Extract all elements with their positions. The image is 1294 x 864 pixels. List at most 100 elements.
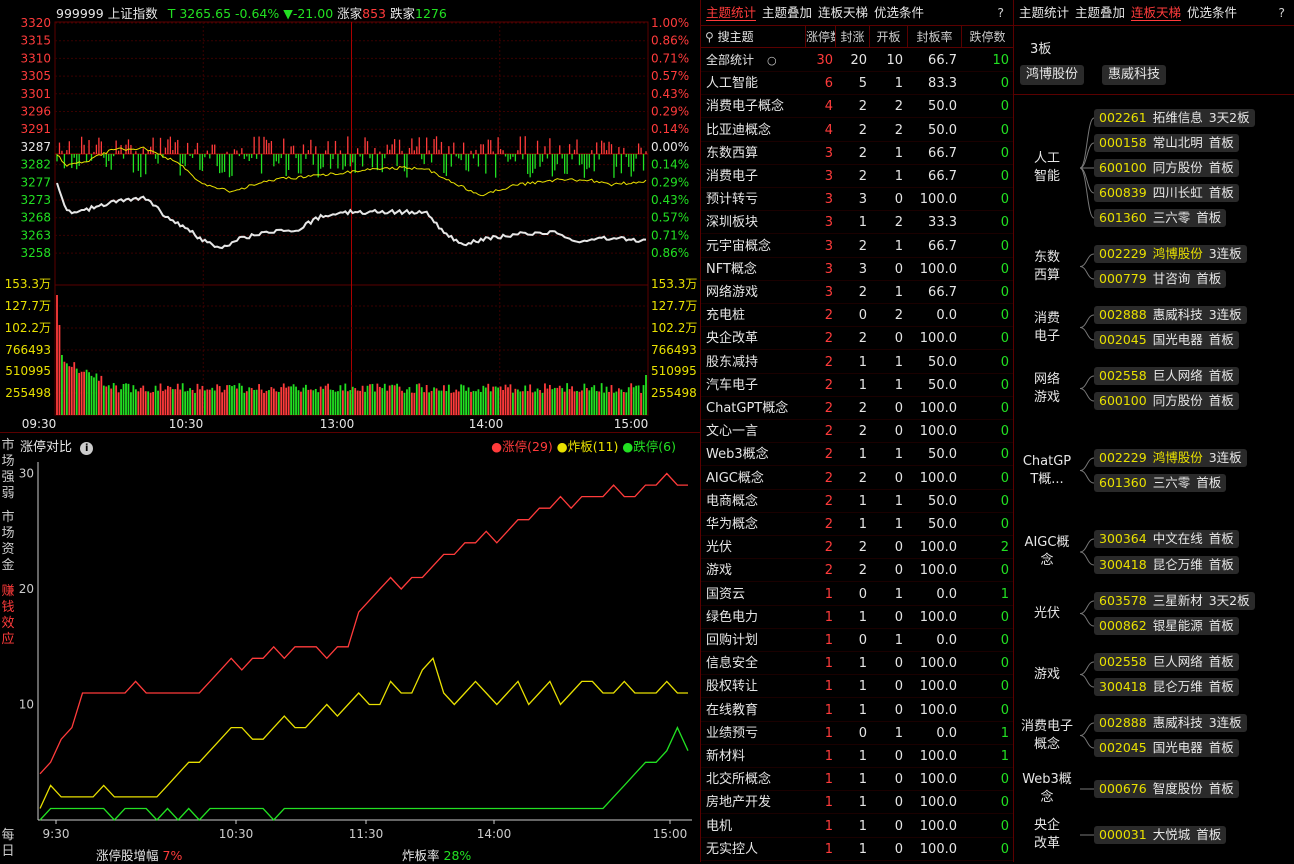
tab-theme-stats[interactable]: 主题统计 (706, 5, 757, 21)
theme-name: NFT概念 (706, 261, 757, 277)
theme-row[interactable]: ChatGPT概念 2 2 0 100.0 0 (701, 397, 1013, 420)
col-dt-count[interactable]: 跌停数 (961, 26, 1013, 48)
search-theme[interactable]: ⚲ 搜主题 (701, 26, 805, 48)
col-sealed[interactable]: 封涨 (835, 26, 869, 48)
theme-row[interactable]: 消费电子 3 2 1 66.7 0 (701, 165, 1013, 188)
theme-row[interactable]: 游戏 2 2 0 100.0 0 (701, 559, 1013, 583)
theme-row[interactable]: 无实控人 1 1 0 100.0 0 (701, 838, 1013, 861)
theme-row[interactable]: 信息安全 1 1 0 100.0 0 (701, 652, 1013, 676)
ladder-stock[interactable]: 600839 四川长虹 首板 (1094, 184, 1239, 202)
theme-row[interactable]: 股权转让 1 1 0 100.0 0 (701, 675, 1013, 699)
seal-rate: 50.0 (928, 99, 957, 115)
ladder-stock[interactable]: 000031 大悦城 首板 (1094, 826, 1227, 844)
seal-rate: 100.0 (919, 841, 957, 857)
dt-count: 0 (1000, 285, 1009, 300)
ladder-stock[interactable]: 002045 国光电器 首板 (1094, 331, 1239, 349)
ladder-stock[interactable]: 002261 拓维信息 3天2板 (1094, 109, 1255, 127)
tab-limit-ladder[interactable]: 连板天梯 (818, 5, 868, 20)
theme-row[interactable]: 文心一言 2 2 0 100.0 0 (701, 420, 1013, 444)
ladder-stock[interactable]: 600100 同方股份 首板 (1094, 159, 1239, 177)
side-tab-market-funds[interactable]: 市场资金 (0, 510, 16, 578)
intraday-chart[interactable]: 3320 1.00% 3315 0.86% 3310 0.71% 3305 0.57% 3301… (0, 0, 700, 432)
dt-count: 0 (1000, 424, 1009, 440)
ladder-stock[interactable]: 002888 惠威科技 3连板 (1094, 306, 1247, 324)
zt-count: 4 (824, 99, 833, 115)
col-zt-count[interactable]: 涨停数↓ (805, 26, 835, 48)
theme-name: 华为概念 (706, 517, 759, 532)
chart-footer: 涨停股增幅 7% 炸板率 28% (96, 845, 696, 864)
ladder-stock[interactable]: 002045 国光电器 首板 (1094, 739, 1239, 757)
theme-row[interactable]: 充电桩 2 0 2 0.0 0 (701, 304, 1013, 328)
seal-rate: 66.7 (928, 238, 957, 254)
side-tab-daily[interactable]: 每日 (0, 828, 16, 862)
ladder-stock[interactable]: 002229 鸿博股份 3连板 (1094, 449, 1247, 467)
theme-row[interactable]: 房地产开发 1 1 0 100.0 0 (701, 791, 1013, 815)
theme-row[interactable]: 网络游戏 3 2 1 66.7 0 (701, 281, 1013, 304)
theme-row[interactable]: 人工智能 6 5 1 83.3 0 (701, 72, 1013, 96)
ladder-stock[interactable]: 002229 鸿博股份 3连板 (1094, 245, 1247, 263)
series-line-2 (39, 726, 689, 821)
theme-row[interactable]: 北交所概念 1 1 0 100.0 0 (701, 768, 1013, 792)
col-opened[interactable]: 开板 (869, 26, 907, 48)
sealed-count: 3 (858, 261, 867, 277)
theme-row[interactable]: 消费电子概念 4 2 2 50.0 0 (701, 95, 1013, 119)
help-icon[interactable]: ? (997, 0, 1004, 26)
ladder-stock[interactable]: 002558 巨人网络 首板 (1094, 367, 1239, 385)
ladder-stock[interactable]: 300418 昆仑万维 首板 (1094, 556, 1239, 574)
theme-row[interactable]: 预计转亏 3 3 0 100.0 0 (701, 188, 1013, 212)
vol-tick-r: 153.3万 (651, 277, 697, 291)
ladder-stock[interactable]: 603578 三星新材 3天2板 (1094, 592, 1255, 610)
ladder-stock[interactable]: 600100 同方股份 首板 (1094, 392, 1239, 410)
theme-row[interactable]: 光伏 2 2 0 100.0 2 (701, 536, 1013, 560)
ladder-stock[interactable]: 300418 昆仑万维 首板 (1094, 678, 1239, 696)
sealed-count: 0 (858, 633, 867, 648)
theme-row[interactable]: 全部统计 30 20 10 66.7 10 ○ (701, 49, 1013, 72)
stock-name: 昆仑万维 (1152, 679, 1203, 694)
info-icon[interactable]: i (80, 442, 94, 455)
theme-row[interactable]: 新材料 1 1 0 100.0 1 (701, 745, 1013, 768)
zt-count: 1 (824, 679, 833, 695)
theme-row[interactable]: 汽车电子 2 1 1 50.0 0 (701, 374, 1013, 397)
dt-count: 0 (1000, 493, 1009, 509)
ladder-stock[interactable]: 601360 三六零 首板 (1094, 209, 1227, 227)
stock-name: 中文在线 (1152, 531, 1203, 546)
theme-row[interactable]: 深圳板块 3 1 2 33.3 0 (701, 211, 1013, 235)
zt-count: 3 (824, 169, 833, 184)
dt-count: 1 (1000, 725, 1009, 741)
theme-row[interactable]: NFT概念 3 3 0 100.0 0 (701, 258, 1013, 281)
ladder-stock[interactable]: 300364 中文在线 首板 (1094, 530, 1239, 548)
theme-row[interactable]: 回购计划 1 0 1 0.0 0 (701, 629, 1013, 652)
sealed-count: 1 (858, 795, 867, 811)
stock-name: 四川长虹 (1152, 185, 1203, 200)
side-tab-profit-effect[interactable]: 赚钱效应 (0, 584, 16, 652)
refresh-icon[interactable]: ○ (767, 49, 777, 72)
theme-row[interactable]: 国资云 1 0 1 0.0 1 (701, 583, 1013, 606)
theme-row[interactable]: Web3概念 2 1 1 50.0 0 (701, 443, 1013, 467)
theme-row[interactable]: 比亚迪概念 4 2 2 50.0 0 (701, 119, 1013, 142)
theme-row[interactable]: 业绩预亏 1 0 1 0.0 1 (701, 722, 1013, 745)
ladder-stock[interactable]: 002888 惠威科技 3连板 (1094, 714, 1247, 732)
sealed-count: 0 (858, 586, 867, 602)
theme-row[interactable]: 绿色电力 1 1 0 100.0 0 (701, 606, 1013, 629)
theme-row[interactable]: 东数西算 3 2 1 66.7 0 (701, 142, 1013, 165)
ladder-stock[interactable]: 000862 银星能源 首板 (1094, 617, 1239, 635)
theme-row[interactable]: 电商概念 2 1 1 50.0 0 (701, 490, 1013, 513)
side-tab-market-strength[interactable]: 市场强弱 (0, 438, 16, 506)
theme-row[interactable]: 在线教育 1 1 0 100.0 0 (701, 699, 1013, 722)
col-seal-rate[interactable]: 封板率 (907, 26, 961, 48)
ladder-stock[interactable]: 000676 智度股份 首板 (1094, 780, 1239, 798)
theme-row[interactable]: 元宇宙概念 3 2 1 66.7 0 (701, 235, 1013, 258)
pct-tick: 1.00% (651, 16, 689, 30)
ladder-stock[interactable]: 601360 三六零 首板 (1094, 474, 1227, 492)
seal-rate: 100.0 (919, 679, 957, 695)
tab-filter[interactable]: 优选条件 (874, 5, 924, 20)
theme-row[interactable]: 央企改革 2 2 0 100.0 0 (701, 327, 1013, 351)
tab-theme-overlay[interactable]: 主题叠加 (762, 5, 812, 20)
theme-row[interactable]: AIGC概念 2 2 0 100.0 0 (701, 467, 1013, 490)
theme-row[interactable]: 华为概念 2 1 1 50.0 0 (701, 513, 1013, 536)
ladder-stock[interactable]: 000158 常山北明 首板 (1094, 134, 1239, 152)
ladder-stock[interactable]: 000779 甘咨询 首板 (1094, 270, 1227, 288)
theme-row[interactable]: 电机 1 1 0 100.0 0 (701, 815, 1013, 838)
ladder-stock[interactable]: 002558 巨人网络 首板 (1094, 653, 1239, 671)
theme-row[interactable]: 股东减持 2 1 1 50.0 0 (701, 351, 1013, 374)
